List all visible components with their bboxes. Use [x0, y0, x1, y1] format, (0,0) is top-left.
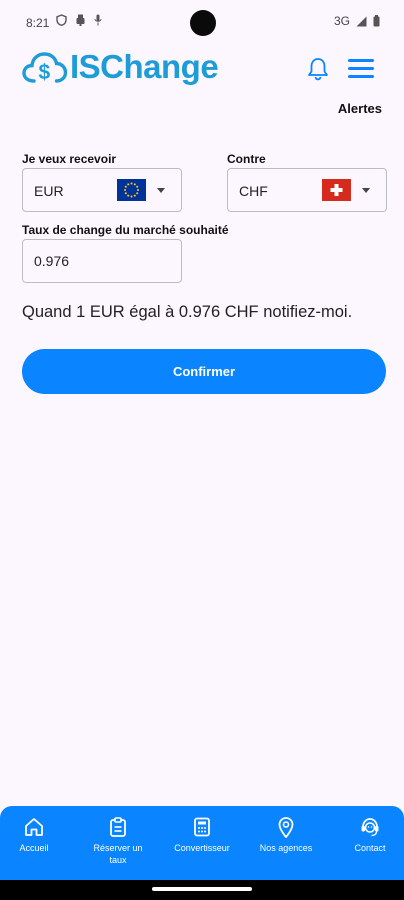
rate-label: Taux de change du marché souhaité	[22, 223, 229, 237]
nav-item-home[interactable]: Accueil	[0, 806, 74, 880]
status-icons-left	[56, 14, 102, 26]
alert-summary-text: Quand 1 EUR égal à 0.976 CHF notifiez-mo…	[22, 303, 353, 321]
svg-text:$: $	[39, 61, 51, 84]
cloud-dollar-logo-icon: $	[22, 52, 68, 84]
usb-icon	[76, 14, 85, 26]
home-icon	[25, 818, 43, 836]
nav-item-agencies[interactable]: Nos agences	[246, 806, 326, 880]
signal-icon	[356, 16, 367, 26]
nav-label-converter: Convertisseur	[174, 843, 230, 853]
nav-label-reserve-rate: Réserver un taux	[93, 843, 143, 865]
nav-item-reserve-rate[interactable]: Réserver un taux	[78, 806, 158, 880]
against-currency-value: CHF	[239, 183, 268, 199]
bell-icon	[308, 58, 328, 81]
confirm-button[interactable]: Confirmer	[22, 349, 386, 394]
shield-icon	[56, 14, 67, 26]
against-currency-select[interactable]: CHF	[227, 168, 387, 212]
camera-cutout	[190, 10, 216, 36]
app-logo[interactable]: $ ISChange	[22, 48, 219, 86]
clipboard-icon	[110, 817, 126, 837]
eu-flag-icon	[117, 179, 146, 201]
nav-item-contact[interactable]: Contact	[330, 806, 404, 880]
home-gesture-bar[interactable]	[152, 887, 252, 891]
network-type: 3G	[333, 14, 350, 28]
mic-icon	[94, 14, 102, 26]
system-gesture-area	[0, 880, 404, 900]
notifications-button[interactable]	[305, 56, 331, 82]
app-header: $ ISChange	[0, 44, 404, 96]
receive-label: Je veux recevoir	[22, 152, 117, 166]
nav-label-home: Accueil	[19, 843, 49, 853]
nav-item-converter[interactable]: Convertisseur	[162, 806, 242, 880]
rate-input[interactable]	[22, 239, 182, 283]
swiss-flag-icon	[322, 179, 351, 201]
location-pin-icon	[278, 817, 294, 838]
menu-button[interactable]	[348, 57, 374, 81]
receive-currency-select[interactable]: EUR	[22, 168, 182, 212]
battery-icon	[373, 15, 380, 27]
nav-label-contact: Contact	[354, 843, 386, 853]
chevron-down-icon	[157, 188, 165, 193]
status-icons-right: 3G	[334, 14, 380, 28]
chevron-down-icon	[362, 188, 370, 193]
screen: 8:21 3G $ ISChange Alertes Je veux recev…	[0, 0, 404, 900]
receive-currency-value: EUR	[34, 183, 64, 199]
menu-icon	[348, 57, 374, 78]
support-agent-icon	[361, 818, 379, 837]
status-time: 8:21	[26, 16, 50, 30]
against-label: Contre	[227, 152, 266, 166]
bottom-navigation: Accueil Réserver un taux Convertisseur N…	[0, 806, 404, 880]
alerts-link[interactable]: Alertes	[338, 101, 382, 116]
logo-text: ISChange	[70, 48, 219, 85]
nav-label-agencies: Nos agences	[259, 843, 313, 853]
calculator-icon	[194, 817, 210, 837]
status-bar: 8:21 3G	[0, 0, 404, 44]
